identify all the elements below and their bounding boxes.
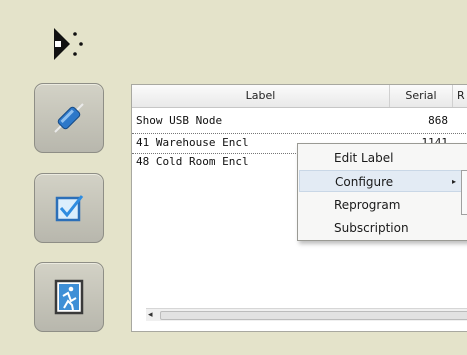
menu-item-configure-label: Configure [335, 175, 394, 189]
row-label: 48 Cold Room Encl [136, 155, 249, 168]
checkbox-icon [55, 195, 84, 222]
menu-item-edit-label[interactable]: Edit Label [299, 147, 467, 169]
menu-item-subscription[interactable]: Subscription [299, 217, 467, 239]
usb-connection-icon [54, 103, 84, 133]
menu-item-configure[interactable]: Configure ▸ [299, 170, 467, 192]
horizontal-scrollbar[interactable]: ◂ [146, 308, 467, 321]
table-row[interactable]: Show USB Node 868 [132, 112, 467, 131]
row-label: Show USB Node [136, 114, 223, 127]
menu-item-reprogram[interactable]: Reprogram [299, 194, 467, 216]
grid-header: Label Serial R [132, 85, 467, 108]
configure-submenu [461, 170, 467, 215]
scroll-left-icon[interactable]: ◂ [148, 309, 153, 321]
configure-checklist-button[interactable] [34, 173, 104, 243]
exit-button[interactable] [34, 262, 104, 332]
submenu-arrow-icon: ▸ [451, 177, 456, 186]
column-header-serial[interactable]: Serial [390, 85, 453, 107]
column-header-next[interactable]: R [453, 85, 467, 107]
context-menu: Edit Label Configure ▸ Reprogram Subscri… [297, 143, 467, 241]
row-label: 41 Warehouse Encl [136, 136, 249, 149]
exit-door-icon [54, 279, 84, 315]
scrollbar-thumb[interactable] [160, 311, 467, 320]
app-logo-icon [54, 28, 83, 60]
row-serial: 868 [428, 114, 448, 127]
usb-nodes-button[interactable] [34, 83, 104, 153]
column-header-label[interactable]: Label [132, 85, 390, 107]
